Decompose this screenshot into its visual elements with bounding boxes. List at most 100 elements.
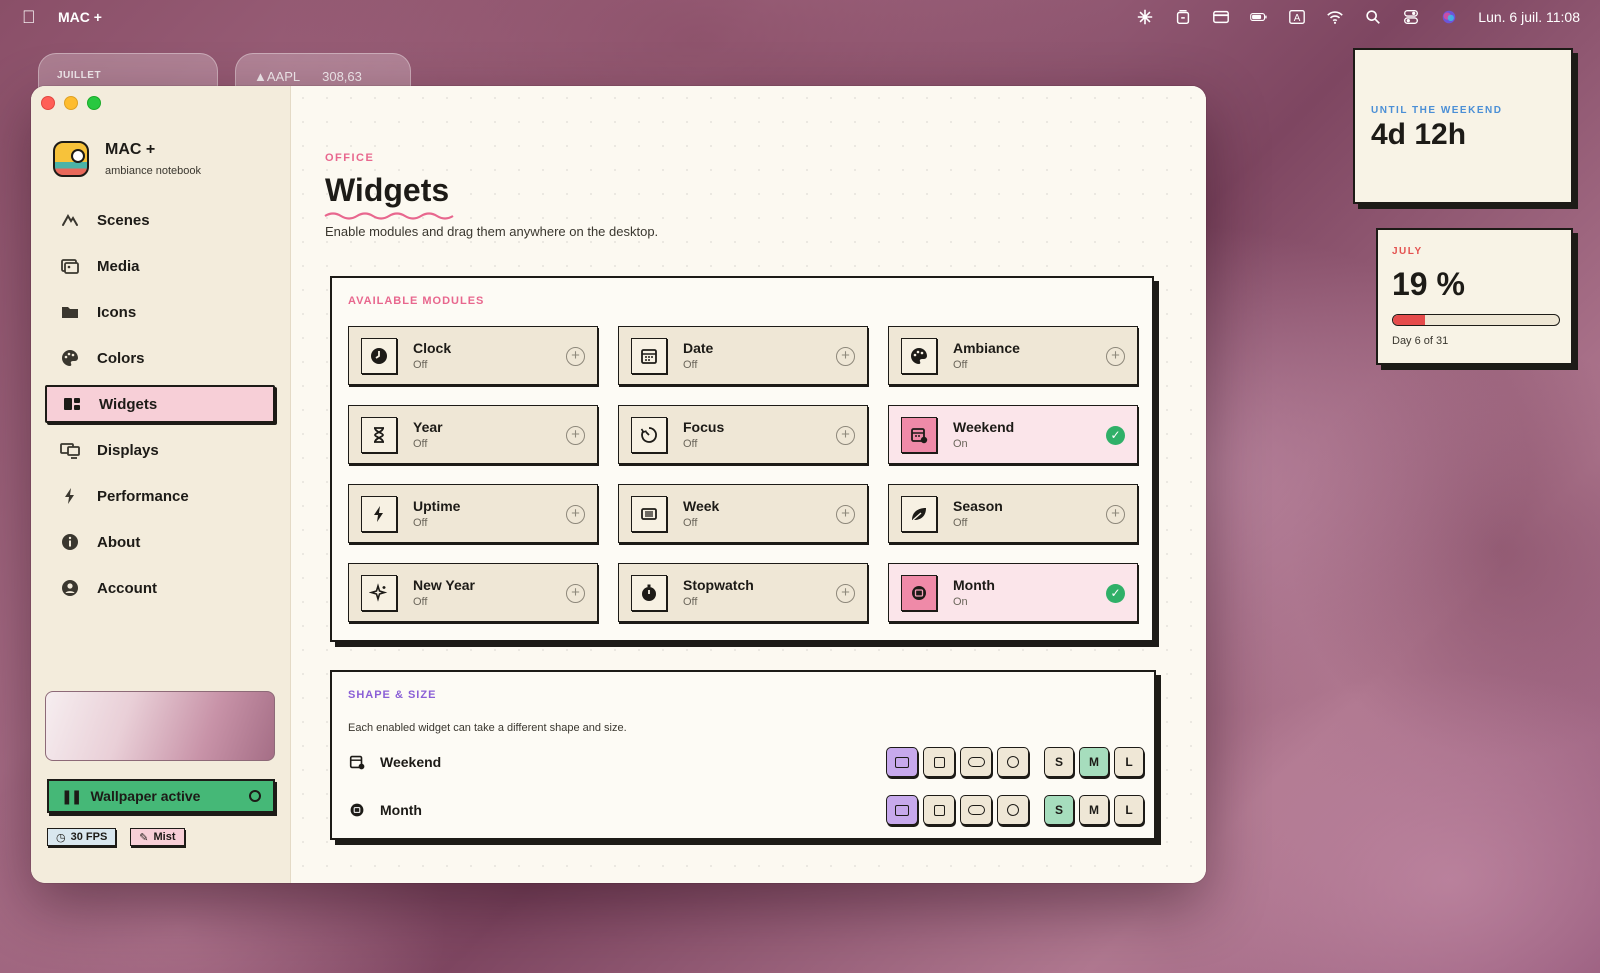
sidebar-nav: Scenes Media Icons Colors Widgets Displa… bbox=[45, 201, 275, 615]
sparkle-icon[interactable] bbox=[1134, 6, 1156, 28]
size-l-button[interactable]: L bbox=[1114, 795, 1144, 825]
sparkle-icon bbox=[361, 574, 397, 611]
add-module-icon[interactable]: + bbox=[1106, 347, 1125, 366]
bolt-icon bbox=[59, 485, 81, 507]
shape-square-button[interactable] bbox=[923, 747, 955, 777]
add-module-icon[interactable]: + bbox=[566, 584, 585, 603]
folder-icon bbox=[59, 301, 81, 323]
add-module-icon[interactable]: + bbox=[1106, 505, 1125, 524]
apple-menu-icon[interactable]:  bbox=[22, 7, 36, 28]
month-progress-fill bbox=[1393, 315, 1425, 325]
module-new-year[interactable]: New Year Off + bbox=[348, 563, 598, 622]
sidebar-item-scenes[interactable]: Scenes bbox=[45, 201, 275, 239]
module-season[interactable]: Season Off + bbox=[888, 484, 1138, 543]
sidebar-item-account[interactable]: Account bbox=[45, 569, 275, 607]
scenes-icon: ✎ bbox=[139, 831, 149, 844]
shape-pill-button[interactable] bbox=[960, 795, 992, 825]
mist-chip[interactable]: ✎ Mist bbox=[130, 828, 185, 846]
module-ambiance[interactable]: Ambiance Off + bbox=[888, 326, 1138, 385]
checkmark-icon[interactable]: ✓ bbox=[1106, 426, 1125, 445]
sidebar-item-about[interactable]: About bbox=[45, 523, 275, 561]
wallpaper-preview[interactable] bbox=[45, 691, 275, 761]
size-m-button[interactable]: M bbox=[1079, 747, 1109, 777]
title-underline bbox=[324, 212, 454, 220]
module-focus[interactable]: Focus Off + bbox=[618, 405, 868, 464]
siri-icon[interactable] bbox=[1438, 6, 1460, 28]
add-module-icon[interactable]: + bbox=[566, 505, 585, 524]
desktop-month-widget[interactable]: JULY 19 % Day 6 of 31 bbox=[1376, 228, 1573, 365]
battery-icon[interactable] bbox=[1248, 6, 1270, 28]
module-name: Date bbox=[683, 340, 714, 356]
control-center-icon[interactable] bbox=[1400, 6, 1422, 28]
month-progress-bar bbox=[1392, 314, 1560, 326]
close-button[interactable] bbox=[41, 96, 55, 110]
month-widget-label: JULY bbox=[1392, 246, 1423, 257]
search-icon[interactable] bbox=[1362, 6, 1384, 28]
add-module-icon[interactable]: + bbox=[836, 505, 855, 524]
menu-clock[interactable]: Lun. 6 juil. 11:08 bbox=[1478, 9, 1580, 25]
account-icon bbox=[59, 577, 81, 599]
shape-options: S M L bbox=[886, 795, 1144, 825]
clock-icon bbox=[361, 337, 397, 374]
size-m-button[interactable]: M bbox=[1079, 795, 1109, 825]
sidebar-item-icons[interactable]: Icons bbox=[45, 293, 275, 331]
card-icon[interactable] bbox=[1210, 6, 1232, 28]
module-weekend[interactable]: Weekend On ✓ bbox=[888, 405, 1138, 464]
minimize-button[interactable] bbox=[64, 96, 78, 110]
module-state: Off bbox=[413, 517, 428, 529]
add-module-icon[interactable]: + bbox=[566, 426, 585, 445]
module-stopwatch[interactable]: Stopwatch Off + bbox=[618, 563, 868, 622]
add-module-icon[interactable]: + bbox=[566, 347, 585, 366]
archive-icon[interactable] bbox=[1172, 6, 1194, 28]
module-state: Off bbox=[413, 359, 428, 371]
app-title: MAC + bbox=[105, 141, 156, 158]
app-brand: MAC + ambiance notebook bbox=[53, 141, 201, 177]
menu-app-name[interactable]: MAC + bbox=[58, 9, 102, 25]
keyboard-a-icon[interactable]: A bbox=[1286, 6, 1308, 28]
timer-icon bbox=[631, 416, 667, 453]
sidebar-item-performance[interactable]: Performance bbox=[45, 477, 275, 515]
mist-label: Mist bbox=[153, 831, 176, 843]
module-week[interactable]: Week Off + bbox=[618, 484, 868, 543]
app-logo-icon bbox=[53, 141, 89, 177]
add-module-icon[interactable]: + bbox=[836, 347, 855, 366]
module-clock[interactable]: Clock Off + bbox=[348, 326, 598, 385]
sidebar-item-label: Icons bbox=[97, 303, 137, 321]
desktop-weekend-widget[interactable]: UNTIL THE WEEKEND 4d 12h bbox=[1353, 48, 1573, 204]
size-s-button[interactable]: S bbox=[1044, 795, 1074, 825]
sidebar-item-widgets[interactable]: Widgets bbox=[45, 385, 275, 423]
shape-size-description: Each enabled widget can take a different… bbox=[348, 722, 627, 734]
shape-row-name: Month bbox=[380, 802, 422, 818]
module-name: Week bbox=[683, 498, 720, 514]
page-title: Widgets bbox=[325, 172, 450, 208]
add-module-icon[interactable]: + bbox=[836, 426, 855, 445]
shape-circle-button[interactable] bbox=[997, 795, 1029, 825]
module-date[interactable]: Date Off + bbox=[618, 326, 868, 385]
shape-circle-button[interactable] bbox=[997, 747, 1029, 777]
week-icon bbox=[631, 495, 667, 532]
sidebar-item-media[interactable]: Media bbox=[45, 247, 275, 285]
bolt-icon bbox=[361, 495, 397, 532]
wallpaper-toggle-button[interactable]: ❚❚ Wallpaper active bbox=[47, 779, 275, 813]
sidebar-item-colors[interactable]: Colors bbox=[45, 339, 275, 377]
wifi-icon[interactable] bbox=[1324, 6, 1346, 28]
modules-heading: AVAILABLE MODULES bbox=[348, 295, 485, 307]
fps-chip[interactable]: ◷ 30 FPS bbox=[47, 828, 117, 846]
module-name: Clock bbox=[413, 340, 452, 356]
zoom-button[interactable] bbox=[87, 96, 101, 110]
module-month[interactable]: Month On ✓ bbox=[888, 563, 1138, 622]
checkmark-icon[interactable]: ✓ bbox=[1106, 584, 1125, 603]
add-module-icon[interactable]: + bbox=[836, 584, 855, 603]
month-widget-day: Day 6 of 31 bbox=[1392, 335, 1449, 347]
shape-pill-button[interactable] bbox=[960, 747, 992, 777]
shape-square-button[interactable] bbox=[923, 795, 955, 825]
modules-panel: AVAILABLE MODULES Clock Off + Date Off + A… bbox=[330, 276, 1154, 642]
background-month-label: JUILLET bbox=[57, 70, 102, 81]
size-l-button[interactable]: L bbox=[1114, 747, 1144, 777]
size-s-button[interactable]: S bbox=[1044, 747, 1074, 777]
module-year[interactable]: Year Off + bbox=[348, 405, 598, 464]
sidebar-item-displays[interactable]: Displays bbox=[45, 431, 275, 469]
module-uptime[interactable]: Uptime Off + bbox=[348, 484, 598, 543]
shape-rectangle-button[interactable] bbox=[886, 747, 918, 777]
shape-rectangle-button[interactable] bbox=[886, 795, 918, 825]
